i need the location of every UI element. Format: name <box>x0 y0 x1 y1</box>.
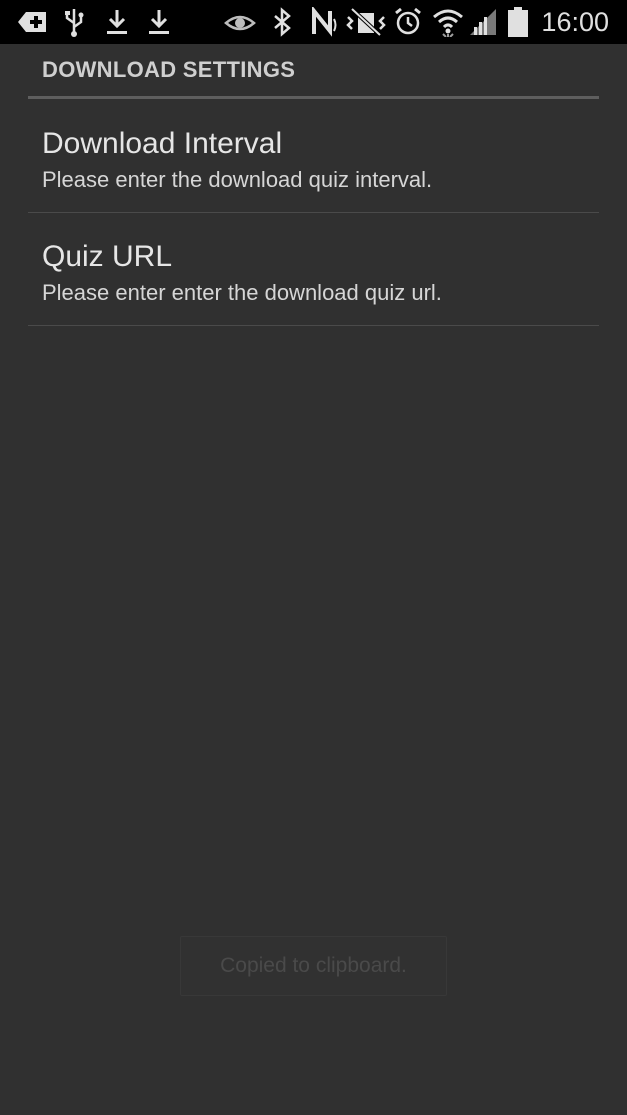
toast: Copied to clipboard. <box>180 936 447 996</box>
clock: 16:00 <box>541 7 609 37</box>
section-header: DOWNLOAD SETTINGS <box>42 57 296 82</box>
battery-icon <box>508 7 528 37</box>
pref-summary: Please enter enter the download quiz url… <box>42 280 442 305</box>
wifi-icon <box>433 9 463 37</box>
pref-download-interval[interactable]: Download Interval Please enter the downl… <box>28 101 599 213</box>
signal-icon <box>470 9 496 35</box>
download-icon <box>107 10 127 34</box>
vibrate-mute-icon <box>346 7 386 37</box>
usb-icon <box>65 9 84 37</box>
list-divider <box>28 325 599 326</box>
add-box-icon <box>18 12 46 32</box>
eye-icon <box>224 15 256 31</box>
download-icon <box>149 10 169 34</box>
nfc-icon <box>312 7 337 37</box>
pref-quiz-url[interactable]: Quiz URL Please enter enter the download… <box>28 214 599 326</box>
pref-title: Download Interval <box>42 127 283 160</box>
pref-title: Quiz URL <box>42 240 173 273</box>
status-bar: 16:00 <box>0 0 627 44</box>
toast-message: Copied to clipboard. <box>220 954 407 977</box>
section-divider <box>28 96 599 99</box>
pref-summary: Please enter the download quiz interval. <box>42 167 433 192</box>
bluetooth-icon <box>274 7 291 37</box>
alarm-icon <box>395 7 421 35</box>
list-divider <box>28 212 599 213</box>
